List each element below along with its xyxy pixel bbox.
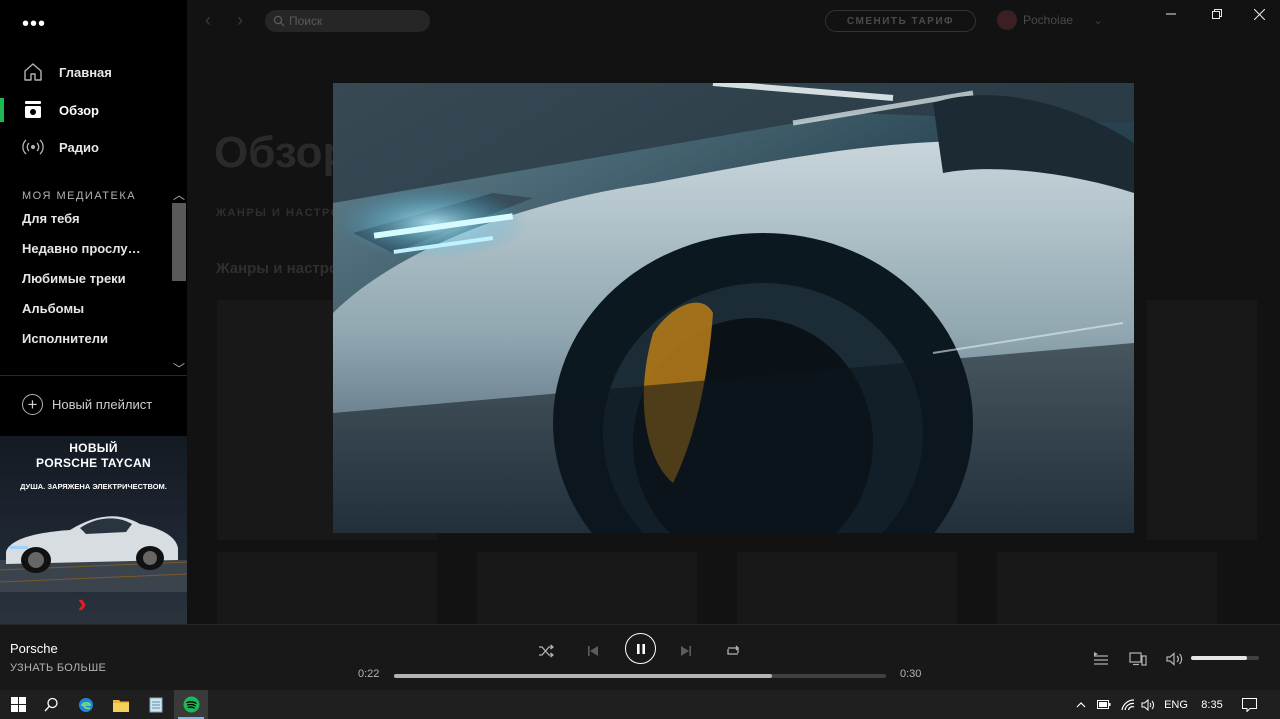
sidebar-item-label: Главная	[59, 64, 112, 80]
windows-taskbar: ENG 8:35	[0, 690, 1280, 719]
sidebar-item-label: Радио	[59, 139, 99, 155]
notepad-icon	[149, 697, 163, 712]
repeat-icon	[727, 645, 739, 655]
search-input[interactable]: Поиск	[265, 10, 430, 32]
previous-button[interactable]	[581, 639, 605, 663]
back-arrow-icon[interactable]: ‹	[205, 10, 211, 31]
new-playlist-label: Новый плейлист	[52, 397, 153, 412]
search-icon	[43, 697, 58, 712]
taskbar-search-button[interactable]	[34, 690, 68, 719]
close-icon	[1253, 8, 1265, 20]
devices-button[interactable]	[1128, 649, 1148, 669]
video-ad-player[interactable]	[333, 83, 1134, 533]
maximize-button[interactable]	[1199, 0, 1235, 28]
new-playlist-button[interactable]: + Новый плейлист	[22, 394, 152, 415]
video-frame	[333, 83, 1134, 533]
clock[interactable]: 8:35	[1198, 690, 1226, 719]
shuffle-button[interactable]	[534, 639, 558, 663]
next-button[interactable]	[674, 639, 698, 663]
genre-card[interactable]	[737, 552, 957, 624]
repeat-button[interactable]	[721, 639, 745, 663]
ad-headline: НОВЫЙ	[69, 441, 118, 455]
pause-icon	[636, 643, 645, 654]
shuffle-icon	[539, 644, 554, 658]
start-button[interactable]	[1, 690, 35, 719]
library-title: МОЯ МЕДИАТЕКА	[22, 190, 137, 202]
sidebar-item-label: Обзор	[59, 102, 99, 118]
minimize-icon	[1166, 13, 1176, 15]
close-button[interactable]	[1241, 0, 1277, 28]
devices-icon	[1129, 652, 1147, 666]
more-dots-icon[interactable]: •••	[22, 14, 46, 34]
speaker-icon[interactable]	[1139, 690, 1157, 719]
upgrade-button[interactable]: СМЕНИТЬ ТАРИФ	[825, 10, 976, 32]
sidebar-item-radio[interactable]: Радио	[0, 131, 187, 163]
queue-icon	[1094, 652, 1108, 665]
volume-slider[interactable]	[1191, 656, 1259, 660]
car-image	[0, 516, 187, 592]
battery-icon[interactable]	[1095, 690, 1113, 719]
search-icon	[273, 15, 285, 27]
progress-bar[interactable]	[394, 674, 886, 678]
divider	[0, 375, 187, 376]
progress-fill	[394, 674, 772, 678]
sidebar-item-home[interactable]: Главная	[0, 56, 187, 88]
library-item[interactable]: Для тебя	[22, 211, 80, 226]
spotify-window: ‹ › Поиск СМЕНИТЬ ТАРИФ Pochoiae ⌄ Обзор…	[0, 0, 1280, 719]
taskbar-spotify[interactable]	[174, 690, 208, 719]
plus-icon: +	[22, 394, 43, 415]
library-scrollbar[interactable]	[172, 203, 186, 281]
previous-icon	[588, 646, 598, 656]
elapsed-time: 0:22	[358, 668, 380, 680]
library-item[interactable]: Любимые треки	[22, 271, 126, 286]
library-item[interactable]: Альбомы	[22, 301, 84, 316]
genre-card[interactable]	[477, 552, 697, 624]
input-language[interactable]: ENG	[1162, 690, 1190, 719]
now-playing-title[interactable]: Porsche	[10, 641, 58, 656]
ad-tagline: ДУША. ЗАРЯЖЕНА ЭЛЕКТРИЧЕСТВОМ.	[20, 482, 167, 491]
genre-card[interactable]	[217, 552, 437, 624]
queue-button[interactable]	[1091, 649, 1111, 669]
folder-icon	[113, 699, 129, 712]
taskbar-edge[interactable]	[69, 690, 103, 719]
page-title: Обзор	[214, 128, 350, 177]
search-placeholder: Поиск	[289, 14, 323, 28]
windows-icon	[10, 697, 26, 712]
genre-card[interactable]	[997, 552, 1217, 624]
sidebar-ad-banner[interactable]: НОВЫЙ PORSCHE TAYCAN ДУША. ЗАРЯЖЕНА ЭЛЕК…	[0, 436, 187, 624]
player-bar: Porsche УЗНАТЬ БОЛЬШЕ 0:22 0:30	[0, 624, 1280, 690]
library-item[interactable]: Недавно прослушано	[22, 241, 147, 256]
forward-arrow-icon[interactable]: ›	[237, 10, 243, 31]
top-bar: ‹ › Поиск СМЕНИТЬ ТАРИФ Pochoiae ⌄	[187, 0, 1280, 40]
home-icon	[22, 61, 44, 83]
taskbar-explorer[interactable]	[104, 690, 138, 719]
maximize-icon	[1212, 9, 1222, 19]
wifi-icon[interactable]	[1119, 690, 1137, 719]
chevron-up-icon[interactable]: ︿	[173, 186, 185, 203]
user-menu[interactable]: Pochoiae ⌄	[997, 10, 1103, 30]
next-icon	[681, 646, 691, 656]
user-name: Pochoiae	[1023, 13, 1074, 27]
genre-card[interactable]	[1147, 300, 1257, 540]
learn-more-link[interactable]: УЗНАТЬ БОЛЬШЕ	[10, 662, 106, 674]
ad-headline-model: PORSCHE TAYCAN	[36, 456, 151, 470]
chevron-down-icon: ⌄	[1093, 13, 1104, 27]
volume-fill	[1191, 656, 1247, 660]
library-item[interactable]: Исполнители	[22, 331, 108, 346]
volume-icon	[1166, 652, 1183, 666]
pause-button[interactable]	[625, 633, 656, 664]
avatar	[997, 10, 1017, 30]
volume-button[interactable]	[1165, 649, 1185, 669]
edge-icon	[79, 697, 93, 712]
browse-icon	[22, 99, 44, 121]
sidebar-item-browse[interactable]: Обзор	[0, 94, 187, 126]
spotify-icon	[183, 696, 199, 713]
taskbar-notepad[interactable]	[139, 690, 173, 719]
radio-icon	[22, 136, 44, 158]
notifications-icon[interactable]	[1238, 690, 1260, 719]
total-time: 0:30	[900, 668, 922, 680]
tray-chevron-up-icon[interactable]	[1072, 690, 1090, 719]
minimize-button[interactable]	[1153, 0, 1189, 28]
